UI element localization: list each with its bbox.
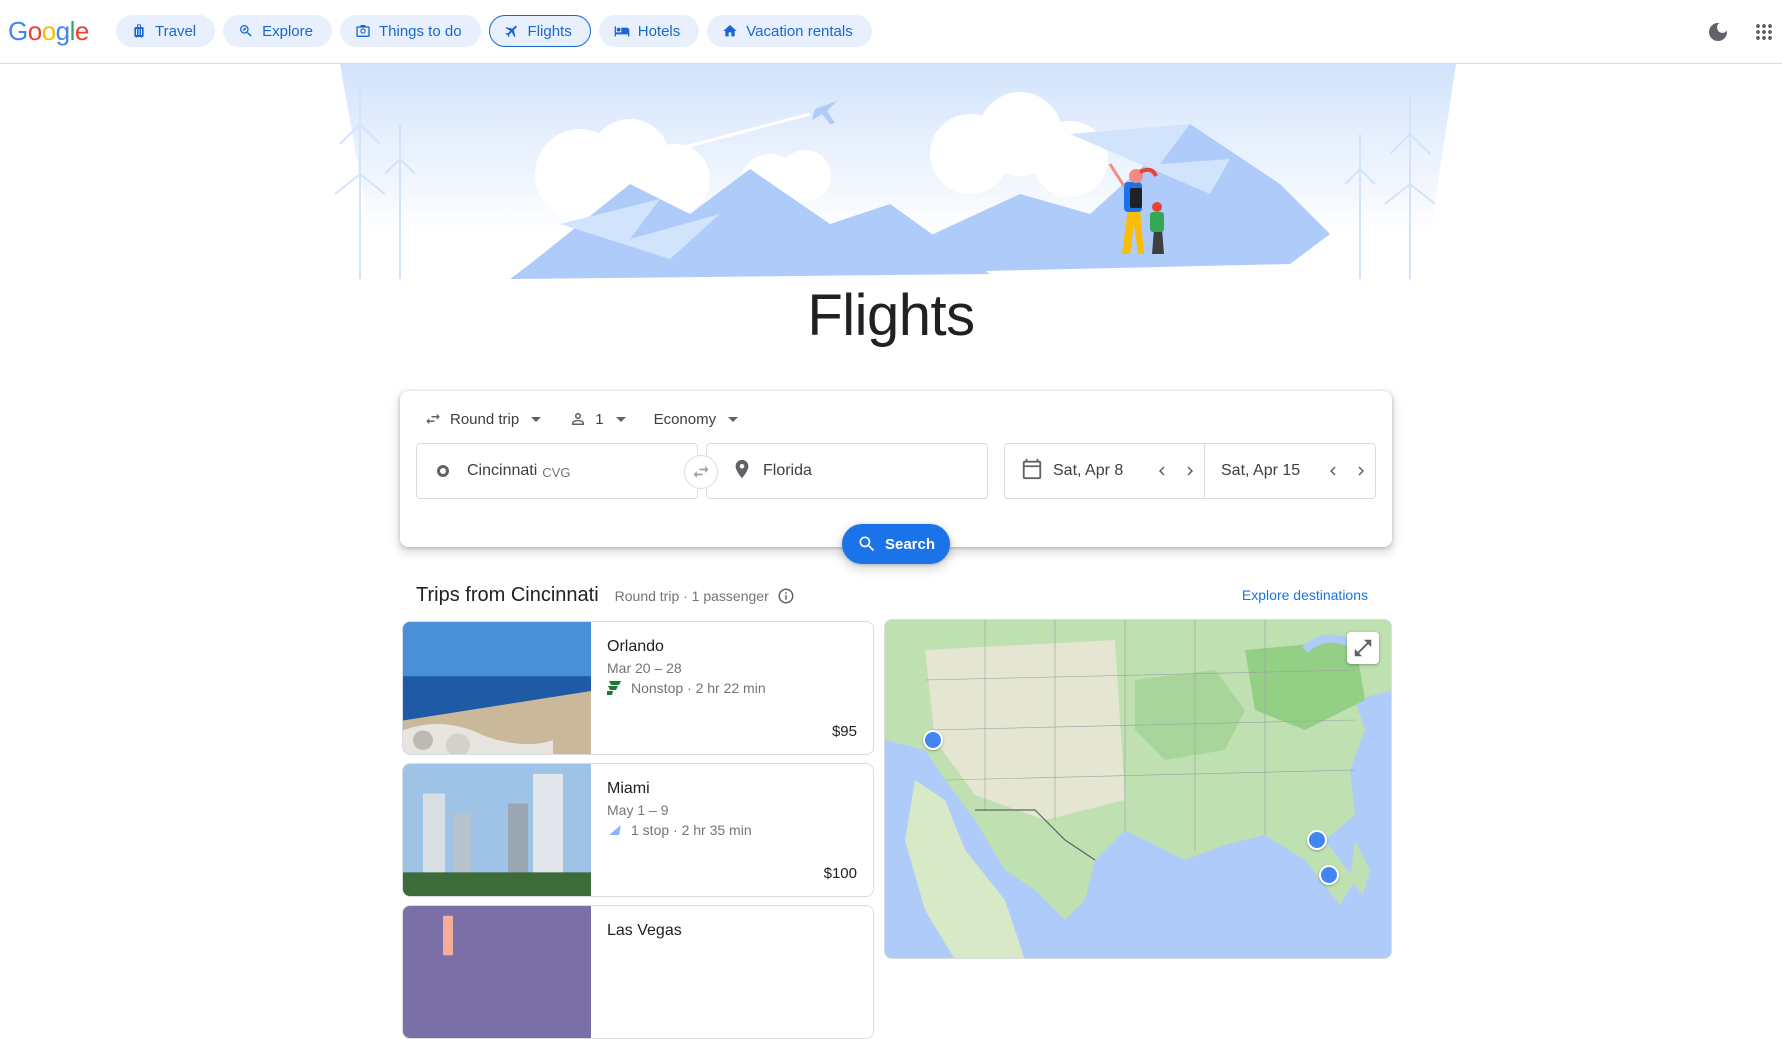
chevron-left-icon[interactable] [1319,457,1347,485]
return-date-field[interactable]: Sat, Apr 15 [1205,444,1375,498]
explore-icon [240,25,252,37]
origin-circle-icon [437,465,449,477]
top-bar: Google Travel Explore Things to do Fligh… [0,0,1782,64]
google-logo[interactable]: Google [8,16,89,47]
trip-city: Las Vegas [607,922,682,939]
info-icon[interactable] [777,583,795,608]
destination-photo [403,906,591,1038]
map-marker[interactable] [1319,865,1339,885]
search-button[interactable]: Search [842,524,950,564]
trip-city: Miami [607,780,650,797]
return-date: Sat, Apr 15 [1221,462,1301,479]
map-marker[interactable] [923,730,943,750]
dark-mode-icon[interactable] [1706,20,1730,44]
trip-dates: May 1 – 9 [607,802,669,818]
passenger-count: 1 [595,410,604,428]
bed-icon [614,26,630,37]
trips-title: Trips from Cincinnati [416,583,599,606]
chevron-right-icon[interactable] [1176,457,1204,485]
swap-arrows-icon [693,466,709,478]
search-options: Round trip 1 Economy [424,405,739,433]
origin-city: Cincinnati [467,462,538,479]
chevron-down-icon [615,416,626,422]
trip-card-miami[interactable]: Miami May 1 – 9 1 stop · 2 hr 35 min $10… [402,763,874,897]
person-icon [572,413,585,425]
trip-type-select[interactable]: Round trip [424,405,542,433]
nav-chip-label: Flights [527,22,572,40]
search-button-label: Search [884,535,936,553]
airline-logo-icon [609,825,621,835]
departure-date: Sat, Apr 8 [1053,462,1124,479]
nav-chip-label: Hotels [637,22,681,40]
departure-date-field[interactable]: Sat, Apr 8 [1005,444,1205,498]
trip-type-value: Round trip [450,410,520,428]
nav-chip-things-to-do[interactable]: Things to do [339,15,481,47]
origin-input[interactable]: Cincinnati CVG [416,443,698,499]
nav-chip-label: Things to do [378,22,462,40]
trip-price: $100 [823,865,857,882]
nav-chip-label: Travel [155,22,197,40]
nav-chip-flights[interactable]: Flights [488,15,591,47]
search-icon [859,536,875,552]
apps-grid-icon[interactable] [1752,20,1776,44]
airplane-icon [504,25,517,38]
destination-input[interactable]: Florida [706,443,988,499]
location-pin-icon [731,458,763,485]
expand-map-button[interactable] [1347,632,1379,664]
destination-photo [403,622,591,754]
trip-stops-text: 1 stop · 2 hr 35 min [631,822,752,838]
nav-chip-hotels[interactable]: Hotels [598,15,700,47]
trip-city: Orlando [607,638,664,655]
origin-airport-code: CVG [542,464,571,480]
swap-arrows-icon [426,413,440,425]
trip-stops: Nonstop · 2 hr 22 min [607,680,766,696]
calendar-icon [1021,458,1053,485]
destination-photo [403,764,591,896]
explore-destinations-link[interactable]: Explore destinations [1242,587,1368,603]
trip-card-orlando[interactable]: Orlando Mar 20 – 28 Nonstop · 2 hr 22 mi… [402,621,874,755]
nav-chip-travel[interactable]: Travel [116,15,216,47]
trips-subtitle-text: Round trip · 1 passenger [614,587,769,604]
map-marker[interactable] [1307,830,1327,850]
chevron-left-icon[interactable] [1148,457,1176,485]
house-icon [723,25,737,37]
trips-header: Trips from Cincinnati Round trip · 1 pas… [416,583,1376,607]
destination-value: Florida [763,462,812,479]
cabin-class-value: Economy [653,410,717,428]
fullscreen-icon [1354,639,1372,657]
date-range-field: Sat, Apr 8 Sat, Apr 15 [1004,443,1376,499]
trip-price: $95 [831,723,857,740]
chevron-right-icon[interactable] [1347,457,1375,485]
chevron-down-icon [531,416,542,422]
airline-logo-icon [607,681,621,695]
trips-subtitle: Round trip · 1 passenger [615,583,795,608]
trip-stops-text: Nonstop · 2 hr 22 min [631,680,766,696]
map-graphic [885,620,1391,958]
camera-icon [356,25,370,37]
suitcase-icon [134,24,144,38]
nav-chip-vacation-rentals[interactable]: Vacation rentals [707,15,872,47]
nav-chip-label: Explore [262,22,313,40]
passenger-select[interactable]: 1 [569,405,626,433]
hero-illustration [330,64,1466,304]
destinations-map[interactable] [884,619,1392,959]
nav-chip-label: Vacation rentals [746,22,853,40]
cabin-class-select[interactable]: Economy [654,405,739,433]
trip-dates: Mar 20 – 28 [607,660,682,676]
nav-chip-explore[interactable]: Explore [223,15,332,47]
trip-stops: 1 stop · 2 hr 35 min [607,822,752,838]
swap-origin-destination-button[interactable] [684,455,718,489]
travel-nav: Travel Explore Things to do Flights Hote… [116,15,872,47]
chevron-down-icon [728,416,739,422]
trip-card-las-vegas[interactable]: Las Vegas [402,905,874,1039]
page-title: Flights [807,283,975,348]
